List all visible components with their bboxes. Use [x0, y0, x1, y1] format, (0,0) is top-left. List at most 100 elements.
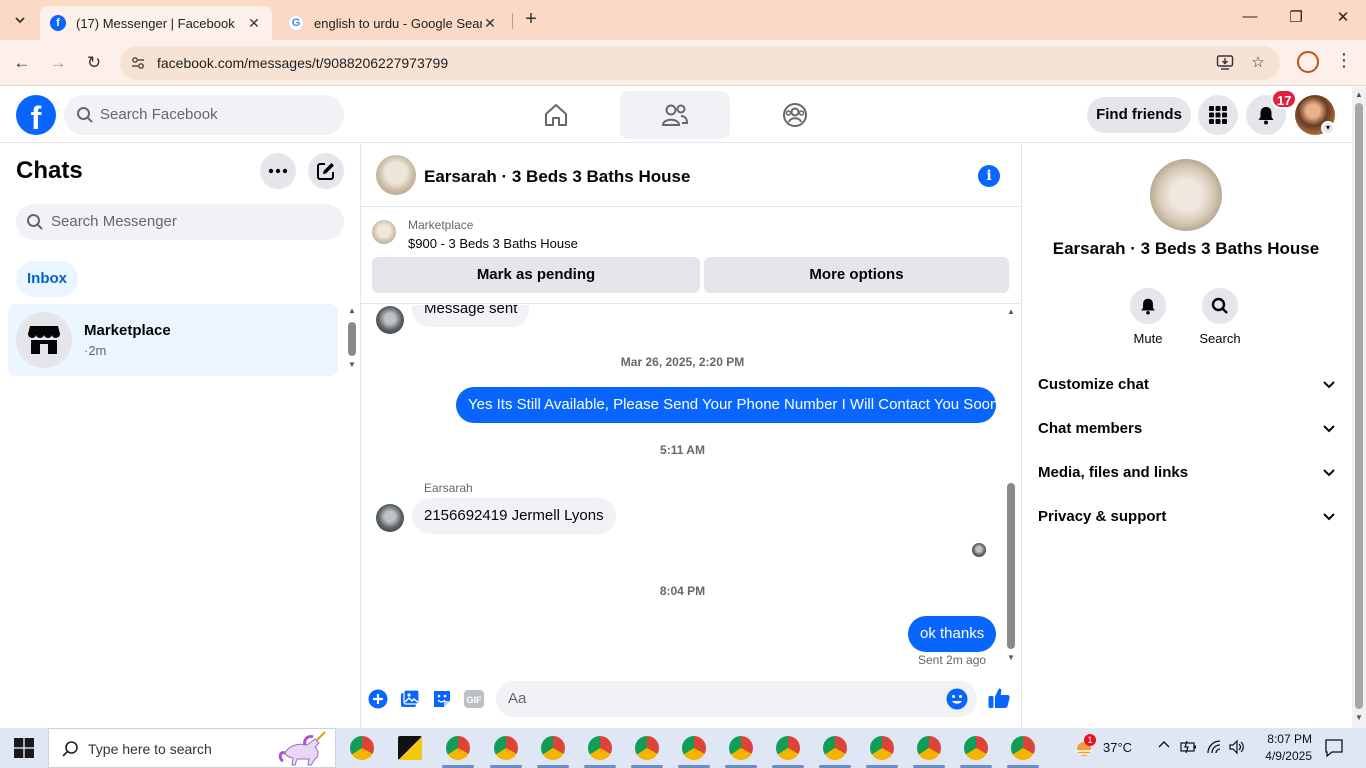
- chrome-app-icon[interactable]: [350, 736, 374, 760]
- back-arrow-icon[interactable]: ←: [10, 51, 34, 75]
- chrome-profile-app-icon[interactable]: [678, 736, 710, 768]
- find-friends-button[interactable]: Find friends: [1087, 97, 1191, 133]
- chrome-profile-app-icon[interactable]: [772, 736, 804, 768]
- scroll-up-icon[interactable]: ▲: [1006, 307, 1016, 316]
- chrome-profile-app-icon[interactable]: [631, 736, 663, 768]
- page-scrollbar-thumb[interactable]: [1355, 103, 1363, 709]
- tab-messenger[interactable]: f (17) Messenger | Facebook ✕: [40, 6, 272, 40]
- tab-search-dropdown[interactable]: [8, 8, 32, 32]
- system-clock[interactable]: 8:07 PM 4/9/2025: [1240, 731, 1312, 765]
- privacy-support-section[interactable]: Privacy & support: [1038, 495, 1338, 539]
- url-text: facebook.com/messages/t/9088206227973799: [157, 55, 449, 71]
- inbox-filter-tab[interactable]: Inbox: [16, 261, 78, 297]
- weather-temperature[interactable]: 37°C: [1103, 740, 1132, 760]
- restore-window-icon[interactable]: ❐: [1284, 8, 1308, 32]
- scroll-down-icon[interactable]: ▼: [1006, 653, 1016, 662]
- sticky-notes-app-icon[interactable]: [398, 736, 422, 760]
- facebook-logo-icon[interactable]: f: [16, 95, 56, 135]
- nav-home-button[interactable]: [501, 91, 611, 139]
- chats-options-button[interactable]: [260, 153, 296, 189]
- chrome-profile-app-icon[interactable]: [866, 736, 898, 768]
- facebook-search-input[interactable]: Search Facebook: [64, 95, 344, 135]
- nav-groups-button[interactable]: [740, 91, 850, 139]
- tab-google-search[interactable]: G english to urdu - Google Search ✕: [278, 6, 508, 40]
- conversation-scrollbar[interactable]: ▲ ▼: [1004, 305, 1018, 667]
- install-app-icon[interactable]: [1215, 53, 1235, 73]
- tab-title: (17) Messenger | Facebook: [76, 15, 235, 31]
- chevron-up-icon[interactable]: [1157, 738, 1171, 758]
- chevron-down-icon: [1323, 513, 1335, 521]
- chrome-profile-app-icon[interactable]: [490, 736, 522, 768]
- customize-chat-section[interactable]: Customize chat: [1038, 363, 1338, 407]
- marketplace-label: Marketplace: [408, 218, 474, 232]
- mute-button[interactable]: Mute: [1112, 288, 1184, 346]
- address-bar[interactable]: facebook.com/messages/t/9088206227973799…: [120, 46, 1280, 80]
- chrome-profile-app-icon[interactable]: [442, 736, 474, 768]
- contact-avatar[interactable]: [1150, 159, 1222, 231]
- scroll-down-icon[interactable]: ▼: [1354, 713, 1364, 722]
- chrome-profile-app-icon[interactable]: [913, 736, 945, 768]
- nav-friends-button[interactable]: [620, 91, 730, 139]
- attach-photo-icon[interactable]: [399, 688, 421, 710]
- close-window-icon[interactable]: ✕: [1331, 8, 1355, 32]
- conversation-avatar[interactable]: [376, 155, 416, 195]
- chrome-profile-app-icon[interactable]: [1007, 736, 1039, 768]
- scroll-up-icon[interactable]: ▲: [347, 306, 357, 315]
- search-icon: [77, 107, 93, 123]
- chrome-profile-app-icon[interactable]: [960, 736, 992, 768]
- minimize-icon[interactable]: —: [1238, 8, 1262, 32]
- scroll-down-icon[interactable]: ▼: [347, 360, 357, 369]
- browser-menu-icon[interactable]: ⋮: [1334, 50, 1354, 74]
- search-label: Search: [1199, 331, 1241, 346]
- chrome-profile-app-icon[interactable]: [725, 736, 757, 768]
- conversation-title[interactable]: Earsarah · 3 Beds 3 Baths House: [424, 167, 690, 187]
- scrollbar-thumb[interactable]: [1007, 483, 1015, 649]
- chrome-profile-app-icon[interactable]: [819, 736, 851, 768]
- messenger-search-input[interactable]: Search Messenger: [16, 204, 344, 240]
- mark-as-pending-button[interactable]: Mark as pending: [372, 257, 700, 293]
- message-thread: Message sent Mar 26, 2025, 2:20 PM Yes I…: [361, 305, 1022, 675]
- gif-icon[interactable]: GIF: [463, 688, 485, 710]
- sender-avatar[interactable]: [376, 504, 404, 532]
- wifi-icon[interactable]: [1206, 739, 1224, 759]
- svg-text:GIF: GIF: [467, 695, 483, 705]
- more-options-button[interactable]: More options: [704, 257, 1009, 293]
- facebook-favicon-icon: f: [50, 15, 66, 31]
- message-input[interactable]: Aa: [496, 681, 977, 717]
- chat-members-section[interactable]: Chat members: [1038, 407, 1338, 451]
- chevron-down-icon[interactable]: ▾: [1321, 121, 1335, 135]
- forward-arrow-icon[interactable]: →: [46, 51, 70, 75]
- section-label: Privacy & support: [1038, 508, 1167, 525]
- sender-avatar[interactable]: [376, 306, 404, 334]
- scrollbar-thumb[interactable]: [348, 322, 356, 356]
- chrome-profile-app-icon[interactable]: [584, 736, 616, 768]
- taskbar-search-input[interactable]: Type here to search: [48, 728, 336, 768]
- notification-center-icon[interactable]: [1324, 738, 1344, 758]
- bookmark-star-icon[interactable]: ☆: [1248, 53, 1268, 73]
- reload-icon[interactable]: ↻: [82, 51, 106, 75]
- search-in-conversation-button[interactable]: Search: [1184, 288, 1256, 346]
- menu-grid-button[interactable]: [1198, 95, 1238, 135]
- message-bubble-outgoing: Yes Its Still Available, Please Send You…: [456, 387, 998, 423]
- info-icon[interactable]: i: [978, 165, 1000, 187]
- chat-list-scrollbar[interactable]: ▲ ▼: [345, 306, 359, 372]
- new-tab-plus-icon[interactable]: +: [520, 9, 542, 31]
- close-tab-icon[interactable]: ✕: [246, 15, 262, 32]
- chrome-profile-app-icon[interactable]: [537, 736, 569, 768]
- new-message-button[interactable]: [308, 153, 344, 189]
- emoji-icon[interactable]: [946, 688, 968, 710]
- site-settings-icon[interactable]: [130, 55, 146, 71]
- like-thumbs-up-icon[interactable]: [987, 686, 1011, 710]
- media-files-links-section[interactable]: Media, files and links: [1038, 451, 1338, 495]
- browser-profile-icon[interactable]: [1297, 51, 1319, 73]
- scroll-up-icon[interactable]: ▲: [1354, 90, 1364, 99]
- chat-list-item[interactable]: Marketplace ·2m: [8, 304, 338, 376]
- more-actions-plus-icon[interactable]: [367, 688, 389, 710]
- listing-price[interactable]: $900 - 3 Beds 3 Baths House: [408, 236, 578, 251]
- close-tab-icon[interactable]: ✕: [482, 15, 498, 32]
- sticker-icon[interactable]: [431, 688, 453, 710]
- battery-icon[interactable]: [1180, 739, 1198, 759]
- page-scrollbar[interactable]: ▲ ▼: [1352, 87, 1366, 728]
- windows-start-icon[interactable]: [14, 738, 34, 758]
- listing-thumbnail[interactable]: [372, 220, 396, 244]
